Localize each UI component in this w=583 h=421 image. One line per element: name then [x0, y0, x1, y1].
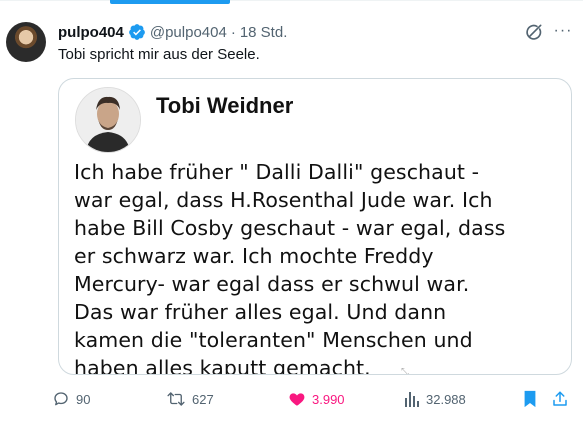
repost-button[interactable]: 627 — [166, 388, 214, 410]
quote-line: kamen die "toleranten" Menschen und — [74, 328, 473, 352]
reply-count: 90 — [76, 391, 91, 407]
like-icon — [288, 390, 306, 408]
like-button[interactable]: 3.990 — [288, 388, 345, 410]
more-icon[interactable]: ··· — [553, 22, 573, 42]
views-count: 32.988 — [426, 391, 466, 407]
tweet-header: pulpo404 @pulpo404 · 18 Std. — [58, 22, 287, 42]
quote-line: Das war früher alles egal. Und dann — [74, 300, 447, 324]
resize-handle-icon: ⤡ — [401, 367, 409, 375]
bookmark-button[interactable] — [522, 388, 538, 410]
repost-icon — [166, 390, 186, 408]
repost-count: 627 — [192, 391, 214, 407]
tweet-actions: 90 627 3.990 32.988 — [0, 388, 583, 410]
reply-icon — [52, 390, 70, 408]
grok-icon[interactable] — [524, 22, 544, 42]
media-profile-photo — [75, 87, 141, 153]
active-tab-indicator — [110, 0, 230, 4]
tweet-media-image[interactable]: Tobi Weidner Ich habe früher " Dalli Dal… — [58, 78, 572, 375]
media-title: Tobi Weidner — [156, 93, 294, 118]
quote-line: war egal, dass H.Rosenthal Jude war. Ich — [74, 188, 493, 212]
views-icon — [404, 390, 420, 408]
verified-badge-icon[interactable] — [128, 23, 146, 41]
author-avatar[interactable] — [6, 22, 46, 62]
quote-line: er schwarz war. Ich mochte Freddy — [74, 244, 434, 268]
tweet-timestamp[interactable]: 18 Std. — [240, 24, 288, 41]
top-divider — [0, 0, 583, 1]
bookmark-icon — [522, 390, 538, 408]
share-icon — [551, 390, 569, 408]
tweet-text: Tobi spricht mir aus der Seele. — [58, 46, 260, 63]
header-separator: · — [230, 23, 236, 41]
reply-button[interactable]: 90 — [52, 388, 90, 410]
quote-line: haben alles kaputt gemacht. — [74, 356, 371, 375]
author-display-name[interactable]: pulpo404 — [58, 24, 124, 41]
author-handle[interactable]: @pulpo404 — [150, 24, 227, 41]
quote-line: Ich habe früher " Dalli Dalli" geschaut … — [74, 160, 480, 184]
quote-line: habe Bill Cosby geschaut - war egal, das… — [74, 216, 506, 240]
like-count: 3.990 — [312, 391, 345, 407]
views-button[interactable]: 32.988 — [404, 388, 466, 410]
share-button[interactable] — [551, 388, 569, 410]
media-quote-text: Ich habe früher " Dalli Dalli" geschaut … — [74, 158, 554, 375]
quote-line: Mercury- war egal dass er schwul war. — [74, 272, 470, 296]
